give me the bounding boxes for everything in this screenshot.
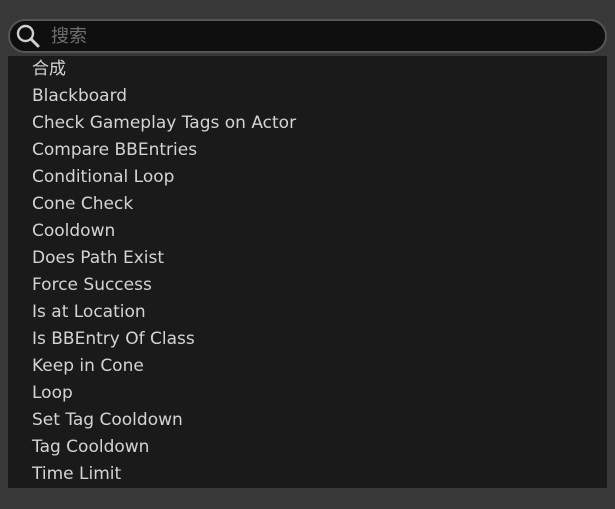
- list-item[interactable]: Tag Cooldown: [8, 434, 607, 461]
- list-item[interactable]: Check Gameplay Tags on Actor: [8, 110, 607, 137]
- node-picker-popup: 合成 Blackboard Check Gameplay Tags on Act…: [0, 0, 615, 509]
- list-item[interactable]: Cone Check: [8, 191, 607, 218]
- list-item[interactable]: Loop: [8, 380, 607, 407]
- list-item[interactable]: Set Tag Cooldown: [8, 407, 607, 434]
- list-item[interactable]: Is BBEntry Of Class: [8, 326, 607, 353]
- search-icon: [15, 23, 41, 49]
- search-box[interactable]: [8, 19, 607, 53]
- list-item[interactable]: 合成: [8, 56, 607, 83]
- list-item[interactable]: Blackboard: [8, 83, 607, 110]
- list-item[interactable]: Keep in Cone: [8, 353, 607, 380]
- list-item[interactable]: Time Limit: [8, 461, 607, 488]
- node-list: 合成 Blackboard Check Gameplay Tags on Act…: [8, 56, 607, 488]
- search-input[interactable]: [51, 22, 593, 50]
- list-item[interactable]: Is at Location: [8, 299, 607, 326]
- list-item[interactable]: Does Path Exist: [8, 245, 607, 272]
- list-item[interactable]: Conditional Loop: [8, 164, 607, 191]
- list-item[interactable]: Cooldown: [8, 218, 607, 245]
- list-item[interactable]: Force Success: [8, 272, 607, 299]
- list-item[interactable]: Compare BBEntries: [8, 137, 607, 164]
